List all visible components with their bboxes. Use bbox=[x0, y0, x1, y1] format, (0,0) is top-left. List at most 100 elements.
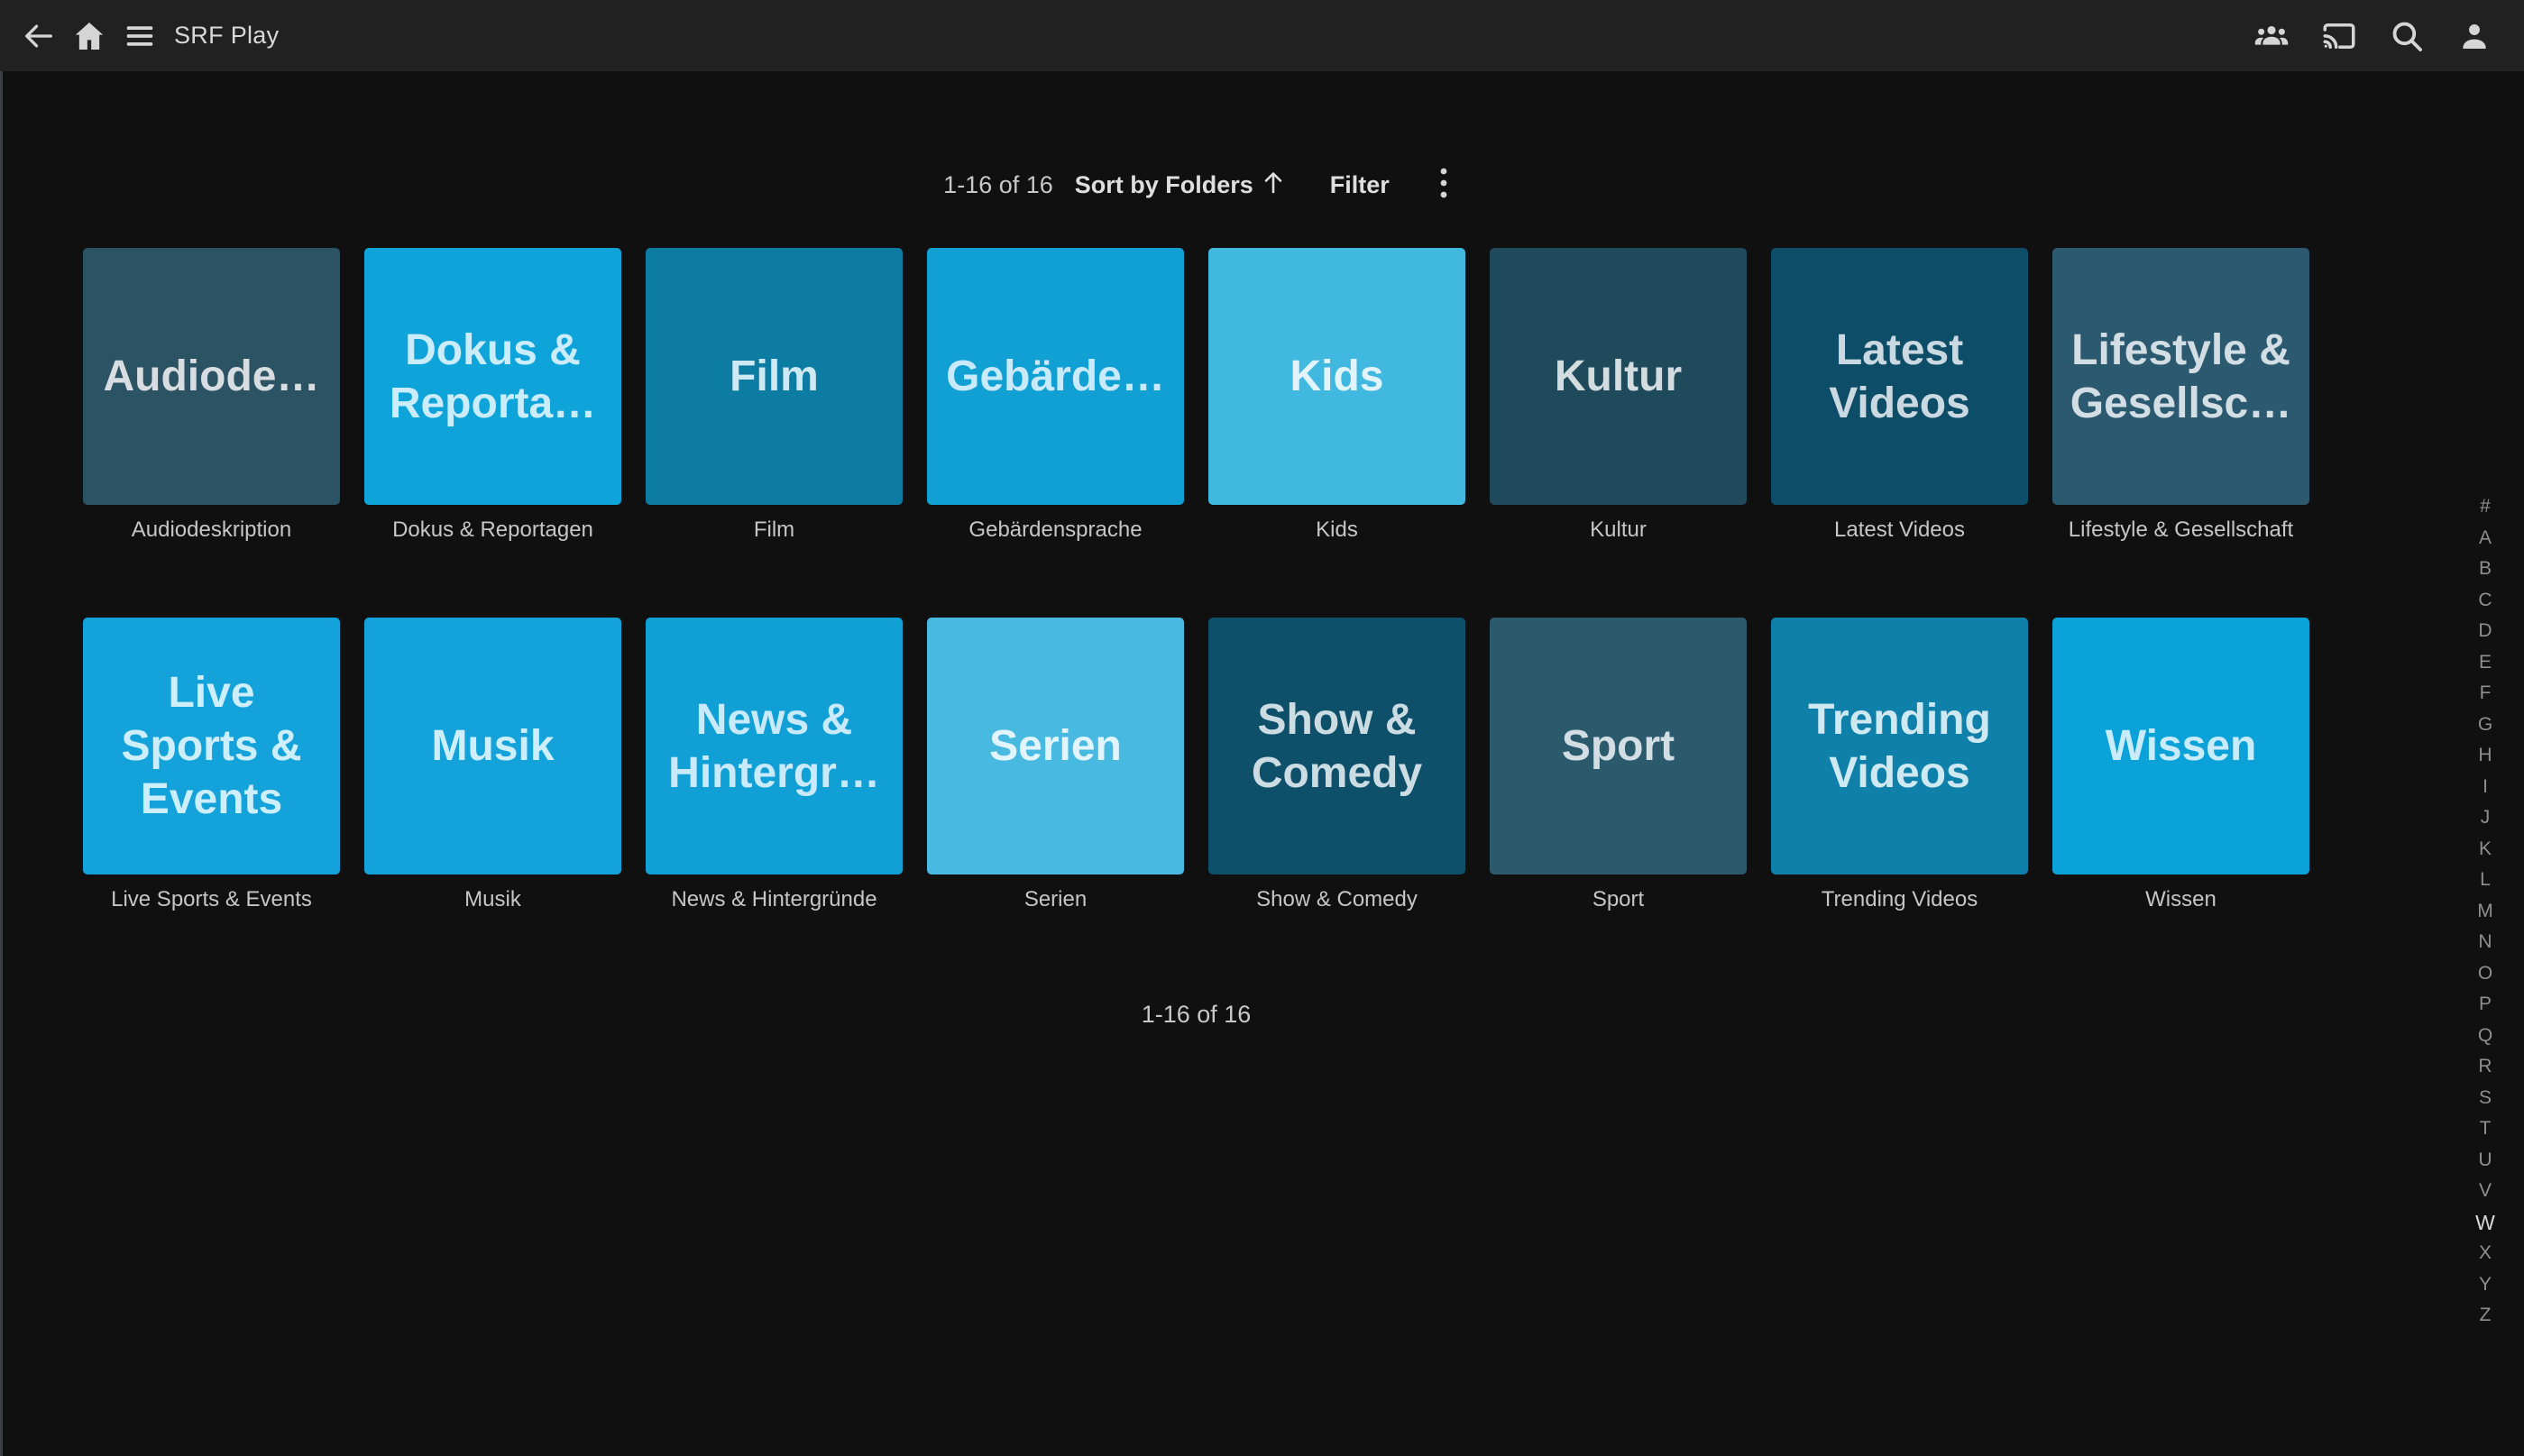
alphabet-letter[interactable]: D bbox=[2472, 616, 2499, 647]
folder-thumbnail-text: Audiode… bbox=[104, 350, 320, 403]
folder-label: Serien bbox=[927, 886, 1184, 913]
folder-card[interactable]: TrendingVideos Trending Videos bbox=[1771, 618, 2028, 913]
folder-label: Lifestyle & Gesellschaft bbox=[2052, 517, 2309, 544]
back-button[interactable] bbox=[14, 11, 64, 61]
alphabet-letter[interactable]: Y bbox=[2472, 1269, 2499, 1301]
folder-thumbnail[interactable]: Dokus &Reporta… bbox=[364, 248, 621, 505]
alphabet-letter[interactable]: S bbox=[2472, 1083, 2499, 1114]
folder-card[interactable]: Serien Serien bbox=[927, 618, 1184, 913]
alphabet-letter[interactable]: O bbox=[2472, 958, 2499, 990]
folder-thumbnail[interactable]: Lifestyle &Gesellsc… bbox=[2052, 248, 2309, 505]
alphabet-letter[interactable]: E bbox=[2472, 647, 2499, 679]
alphabet-letter[interactable]: X bbox=[2472, 1238, 2499, 1269]
folder-thumbnail-text: Gesellsc… bbox=[2070, 377, 2291, 430]
folder-thumbnail[interactable]: Sport bbox=[1490, 618, 1747, 875]
alphabet-letter[interactable]: I bbox=[2472, 772, 2499, 803]
folder-card[interactable]: FilmFilm bbox=[646, 248, 903, 544]
folder-card[interactable]: Gebärde… Gebärdensprache bbox=[927, 248, 1184, 544]
folder-card[interactable]: LiveSports &Events Live Sports & Events bbox=[83, 618, 340, 913]
alphabet-letter[interactable]: N bbox=[2472, 927, 2499, 958]
folder-thumbnail[interactable]: Kids bbox=[1208, 248, 1465, 505]
filter-button[interactable]: Filter bbox=[1330, 171, 1390, 199]
folder-label: Audiodeskription bbox=[83, 517, 340, 544]
back-arrow-icon bbox=[21, 18, 57, 54]
folder-label: Live Sports & Events bbox=[83, 886, 340, 913]
hamburger-menu-icon bbox=[123, 19, 157, 53]
alphabet-letter[interactable]: Z bbox=[2472, 1300, 2499, 1332]
folder-thumbnail[interactable]: Musik bbox=[364, 618, 621, 875]
folder-thumbnail[interactable]: Wissen bbox=[2052, 618, 2309, 875]
alphabet-letter[interactable]: C bbox=[2472, 585, 2499, 617]
folder-thumbnail[interactable]: Film bbox=[646, 248, 903, 505]
alphabet-letter[interactable]: # bbox=[2472, 491, 2499, 523]
header-left-group: SRF Play bbox=[0, 11, 279, 61]
folder-thumbnail[interactable]: Serien bbox=[927, 618, 1184, 875]
alphabet-letter[interactable]: U bbox=[2472, 1145, 2499, 1177]
alphabet-letter[interactable]: G bbox=[2472, 710, 2499, 741]
alphabet-letter[interactable]: R bbox=[2472, 1051, 2499, 1083]
search-icon bbox=[2388, 17, 2426, 55]
folder-card[interactable]: Audiode… Audiodeskription bbox=[83, 248, 340, 544]
alphabet-letter[interactable]: Q bbox=[2472, 1021, 2499, 1052]
folder-card[interactable]: MusikMusik bbox=[364, 618, 621, 913]
folder-label: Latest Videos bbox=[1771, 517, 2028, 544]
alphabet-letter[interactable]: T bbox=[2472, 1113, 2499, 1145]
folder-thumbnail-text: Show & bbox=[1258, 693, 1417, 746]
folder-card[interactable]: WissenWissen bbox=[2052, 618, 2309, 913]
folder-thumbnail-text: Comedy bbox=[1252, 746, 1422, 800]
alphabet-letter[interactable]: A bbox=[2472, 523, 2499, 554]
folder-thumbnail[interactable]: Gebärde… bbox=[927, 248, 1184, 505]
folder-thumbnail[interactable]: Audiode… bbox=[83, 248, 340, 505]
cast-button[interactable] bbox=[2320, 17, 2358, 55]
sort-button-label: Sort by Folders bbox=[1075, 171, 1253, 199]
folder-thumbnail-text: Live bbox=[168, 666, 254, 719]
alphabet-letter[interactable]: P bbox=[2472, 989, 2499, 1021]
alphabet-rail: #ABCDEFGHIJKLMNOPQRSTUVWXYZ bbox=[2472, 491, 2499, 1332]
alphabet-letter[interactable]: J bbox=[2472, 802, 2499, 834]
syncplay-button[interactable] bbox=[2253, 17, 2290, 55]
folder-card[interactable]: LatestVideos Latest Videos bbox=[1771, 248, 2028, 544]
folder-label: Gebärdensprache bbox=[927, 517, 1184, 544]
library-toolbar: 1-16 of 16 Sort by Folders Filter bbox=[83, 165, 2309, 205]
alphabet-letter[interactable]: W bbox=[2472, 1207, 2499, 1239]
home-button[interactable] bbox=[64, 11, 115, 61]
alphabet-letter[interactable]: B bbox=[2472, 554, 2499, 585]
app-header: SRF Play bbox=[0, 0, 2524, 71]
folder-thumbnail[interactable]: LatestVideos bbox=[1771, 248, 2028, 505]
alphabet-letter[interactable]: L bbox=[2472, 865, 2499, 896]
folder-thumbnail-text: Serien bbox=[989, 719, 1122, 773]
folder-card[interactable]: Lifestyle &Gesellsc… Lifestyle & Gesellsc… bbox=[2052, 248, 2309, 544]
folder-thumbnail[interactable]: News &Hintergr… bbox=[646, 618, 903, 875]
alphabet-letter[interactable]: K bbox=[2472, 834, 2499, 865]
menu-button[interactable] bbox=[115, 11, 165, 61]
folder-thumbnail[interactable]: Kultur bbox=[1490, 248, 1747, 505]
alphabet-letter[interactable]: F bbox=[2472, 678, 2499, 710]
folder-thumbnail[interactable]: TrendingVideos bbox=[1771, 618, 2028, 875]
folder-card[interactable]: SportSport bbox=[1490, 618, 1747, 913]
folder-card[interactable]: Kids Kids bbox=[1208, 248, 1465, 544]
folder-thumbnail[interactable]: LiveSports &Events bbox=[83, 618, 340, 875]
alphabet-letter[interactable]: M bbox=[2472, 896, 2499, 928]
folder-thumbnail-text: Kids bbox=[1290, 350, 1383, 403]
user-button[interactable] bbox=[2455, 17, 2493, 55]
folder-thumbnail-text: Latest bbox=[1836, 324, 1963, 377]
library-grid: Audiode…AudiodeskriptionDokus &Reporta…D… bbox=[83, 248, 2309, 913]
alphabet-letter[interactable]: V bbox=[2472, 1176, 2499, 1207]
folder-label: Dokus & Reportagen bbox=[364, 517, 621, 544]
search-button[interactable] bbox=[2388, 17, 2426, 55]
more-options-button[interactable] bbox=[1438, 165, 1449, 206]
vertical-ellipsis-icon bbox=[1438, 165, 1449, 206]
sort-button[interactable]: Sort by Folders bbox=[1075, 169, 1285, 202]
alphabet-letter[interactable]: H bbox=[2472, 740, 2499, 772]
folder-card[interactable]: KulturKultur bbox=[1490, 248, 1747, 544]
folder-thumbnail[interactable]: Show &Comedy bbox=[1208, 618, 1465, 875]
folder-thumbnail-text: Trending bbox=[1808, 693, 1991, 746]
folder-card[interactable]: News &Hintergr… News & Hintergründe bbox=[646, 618, 903, 913]
folder-label: Show & Comedy bbox=[1208, 886, 1465, 913]
folder-label: News & Hintergründe bbox=[646, 886, 903, 913]
folder-label: Kids bbox=[1208, 517, 1465, 544]
folder-label: Trending Videos bbox=[1771, 886, 2028, 913]
header-right-group bbox=[2253, 17, 2524, 55]
folder-card[interactable]: Dokus &Reporta… Dokus & Reportagen bbox=[364, 248, 621, 544]
folder-card[interactable]: Show &ComedyShow & Comedy bbox=[1208, 618, 1465, 913]
